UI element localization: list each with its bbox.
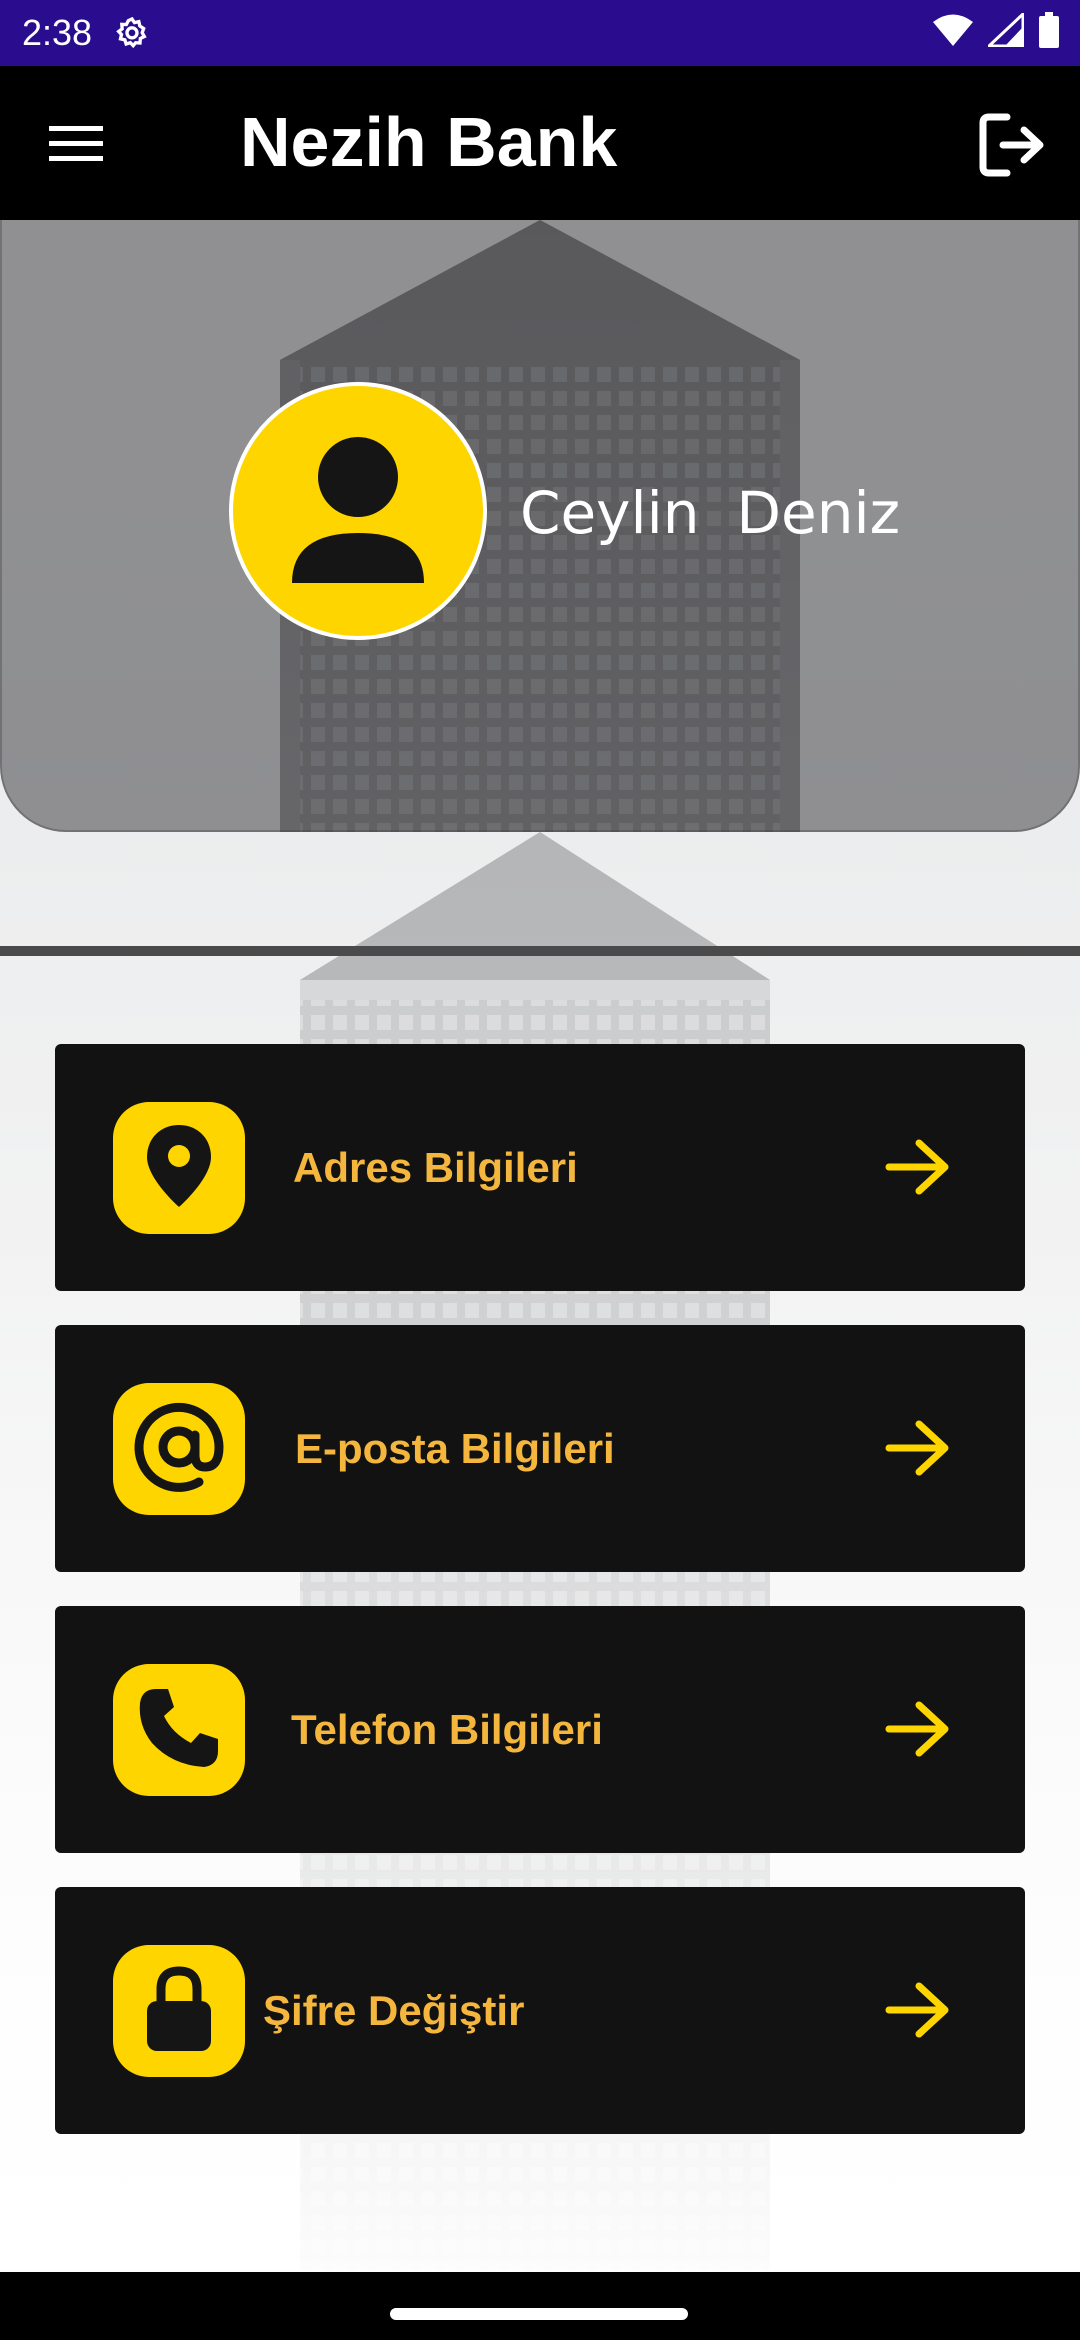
logout-button[interactable] xyxy=(972,106,1054,188)
arrow-right-icon xyxy=(885,1136,951,1198)
address-info-card[interactable]: Adres Bilgileri xyxy=(55,1044,1025,1291)
location-pin-icon xyxy=(144,1123,214,1214)
avatar[interactable] xyxy=(229,382,487,640)
card-label: Şifre Değiştir xyxy=(263,1987,525,2034)
signal-icon xyxy=(985,10,1025,52)
menu-button[interactable] xyxy=(40,116,112,176)
user-name: Ceylin Deniz xyxy=(520,479,901,547)
divider xyxy=(0,946,1080,956)
status-icons xyxy=(932,10,1060,53)
card-icon-box xyxy=(113,1664,245,1796)
home-gesture-handle[interactable] xyxy=(390,2308,688,2320)
settings-icon xyxy=(112,14,152,54)
phone-info-card[interactable]: Telefon Bilgileri xyxy=(55,1606,1025,1853)
arrow-right-icon xyxy=(885,1979,951,2041)
app-title: Nezih Bank xyxy=(240,103,618,181)
phone-icon xyxy=(136,1685,222,1776)
person-icon xyxy=(288,429,428,594)
battery-icon xyxy=(1038,12,1060,53)
card-icon-box xyxy=(113,1383,245,1515)
card-icon-box xyxy=(113,1102,245,1234)
card-icon-box xyxy=(113,1945,245,2077)
arrow-right-icon xyxy=(885,1417,951,1479)
status-bar: 2:38 xyxy=(0,0,1080,66)
profile-screen: 2:38 Nezih Bank Ceylin Deniz Adres Bilgi… xyxy=(0,0,1080,2340)
hamburger-menu-icon xyxy=(49,124,103,169)
card-label: E-posta Bilgileri xyxy=(295,1425,615,1472)
status-time: 2:38 xyxy=(22,12,93,53)
system-navigation-bar xyxy=(0,2272,1080,2340)
wifi-icon xyxy=(932,13,974,52)
at-sign-icon xyxy=(133,1401,225,1498)
logout-icon xyxy=(977,112,1049,183)
change-password-card[interactable]: Şifre Değiştir xyxy=(55,1887,1025,2134)
profile-header: Ceylin Deniz xyxy=(0,220,1080,832)
email-info-card[interactable]: E-posta Bilgileri xyxy=(55,1325,1025,1572)
lock-icon xyxy=(143,1963,215,2060)
card-label: Adres Bilgileri xyxy=(293,1144,578,1191)
card-label: Telefon Bilgileri xyxy=(291,1706,603,1753)
arrow-right-icon xyxy=(885,1698,951,1760)
app-bar: Nezih Bank xyxy=(0,66,1080,220)
